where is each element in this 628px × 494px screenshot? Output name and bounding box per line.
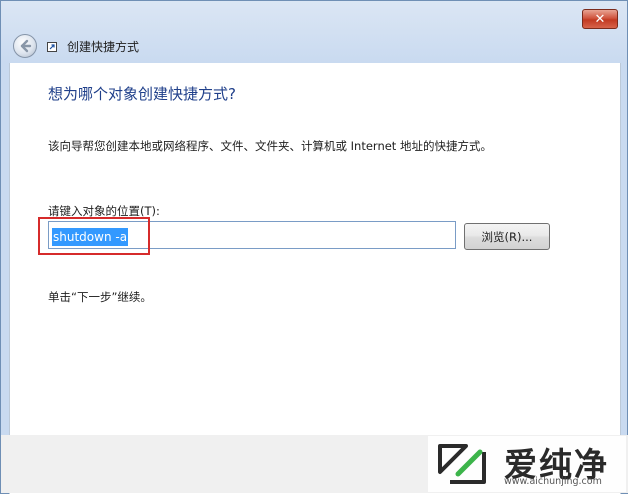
watermark: 爱纯净 www.aichunjing.com [428, 436, 626, 492]
wizard-window: ✕ 创建快捷方式 想为哪个对象创建快捷方式? 该向导帮您创建本地或网络程序、文件… [0, 0, 628, 494]
wizard-content: 想为哪个对象创建快捷方式? 该向导帮您创建本地或网络程序、文件、文件夹、计算机或… [9, 63, 621, 494]
back-button[interactable] [13, 34, 37, 58]
shortcut-icon [47, 42, 57, 52]
window-title: 创建快捷方式 [67, 40, 140, 54]
close-button[interactable]: ✕ [582, 9, 618, 29]
watermark-logo-icon [438, 444, 486, 484]
back-arrow-icon [20, 39, 32, 53]
page-title: 想为哪个对象创建快捷方式? [48, 85, 236, 103]
close-icon: ✕ [594, 11, 606, 27]
watermark-url: www.aichunjing.com [504, 476, 602, 487]
browse-button[interactable]: 浏览(R)... [464, 223, 550, 250]
highlight-annotation [38, 217, 150, 255]
next-instruction: 单击“下一步”继续。 [48, 290, 152, 304]
wizard-description: 该向导帮您创建本地或网络程序、文件、文件夹、计算机或 Internet 地址的快… [48, 139, 492, 153]
